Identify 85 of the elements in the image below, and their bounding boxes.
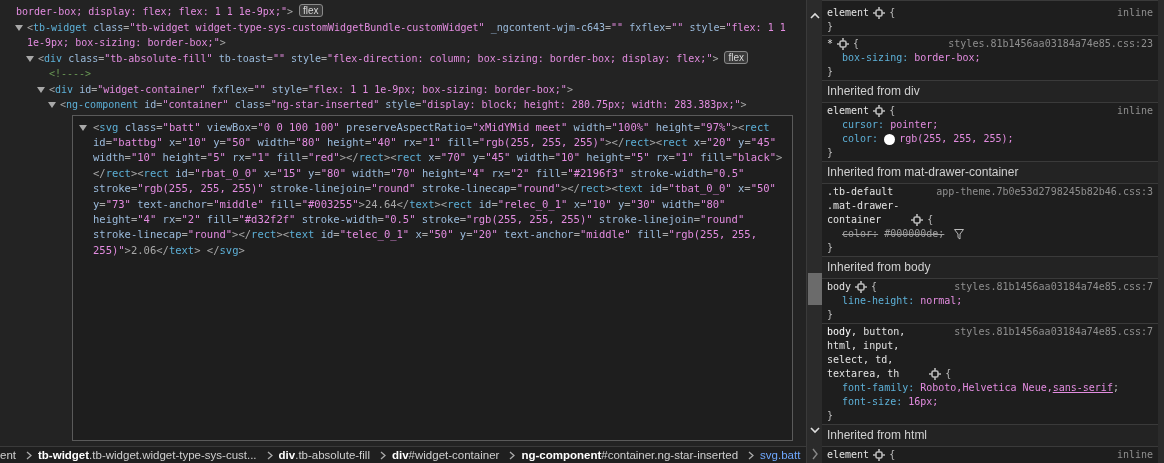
crosshair-icon[interactable] (837, 38, 850, 50)
scrollbar-thumb[interactable] (807, 273, 822, 305)
breadcrumb-item[interactable]: tb-widget.tb-widget.widget-type-sys-cust... (38, 449, 257, 461)
css-property[interactable]: color: (842, 132, 879, 146)
css-selector: body (827, 280, 852, 294)
css-property[interactable]: box-sizing: (842, 51, 909, 65)
breadcrumb-item[interactable]: div#widget-container (392, 449, 500, 461)
rule-brace: { (889, 104, 896, 118)
css-value[interactable]: 16px; (908, 395, 939, 409)
filter-icon[interactable] (954, 228, 965, 240)
css-selector: element (827, 448, 870, 462)
html-comment[interactable]: <!----> (49, 66, 92, 82)
flex-badge[interactable]: flex (724, 50, 749, 64)
chevron-right-icon (26, 450, 32, 460)
rule-brace: { (945, 367, 952, 381)
crosshair-icon[interactable] (873, 449, 886, 461)
chevron-right-icon[interactable] (810, 448, 819, 460)
element-markup[interactable]: <div id="widget-container" fxflex="" style="flex: 1 1 1e-9px; box-sizing: border-box;"> (49, 81, 573, 97)
stylesheet-link[interactable]: styles.81b1456aa03184a74e85.css:23 (948, 37, 1153, 51)
chevron-right-icon (380, 450, 386, 460)
chevron-right-icon (748, 450, 755, 460)
stylesheet-link[interactable]: inline (1116, 6, 1153, 20)
crosshair-icon[interactable] (873, 7, 886, 19)
scroll-down-icon[interactable] (809, 427, 820, 434)
css-selector: element (827, 6, 870, 20)
breadcrumb-item[interactable]: ent (0, 449, 16, 461)
breadcrumb-item[interactable]: svg.batt (760, 449, 801, 461)
expand-triangle-icon[interactable] (37, 86, 45, 93)
expand-triangle-icon[interactable] (26, 55, 34, 62)
css-value[interactable]: normal; (920, 294, 963, 308)
stylesheet-link[interactable]: inline (1116, 104, 1153, 118)
expand-triangle-icon[interactable] (79, 124, 87, 131)
crosshair-icon[interactable] (855, 281, 868, 293)
css-value[interactable]: rgb(255, 255, 255); (899, 132, 1014, 146)
css-value-link[interactable]: sans-serif (1052, 381, 1113, 395)
stylesheet-link[interactable]: styles.81b1456aa03184a74e85.css:7 (954, 280, 1153, 294)
expand-triangle-icon[interactable] (15, 24, 23, 31)
flex-badge[interactable]: flex (299, 4, 323, 17)
css-property[interactable]: line-height: (842, 294, 915, 308)
html-edit-field[interactable]: <svg class="batt" viewBox="0 0 100 100" preserveAspectRatio="xMidYMid meet" width="100%" height="97%"><rect id="battbg" x="10" y="50" width="80" height="40" rx="1" fill="rgb(255, 255, 255)"></rect><rect x="20" y="45" width="10" height="5" rx="1" fill="red"></rect><rect x="70" y="45" width="10" height="5" rx="1" fill="black"></rect><rect id="rbat_0_0" x="15" y="80" width="70" height="4" rx="2" fill="#2196f3" stroke-width="0.5" stroke="rgb(255, 255, 255)" stroke-linejoin="round" stroke-linecap="round"></rect><text id="tbat_0_0" x="50" y="73" text-anchor="middle" fill="#003255">24.64</text><rect id="relec_0_1" x="10" y="30" width="80" height="4" rx="2" fill="#d32f2f" stroke-width="0.5" stroke="rgb(255, 255, 255)" stroke-linejoin="round" stroke-linecap="round"></rect><text id="telec_0_1" x="50" y="20" text-anchor="middle" fill="rgb(255, 255, 255)">2.06</text> </svg> (72, 114, 793, 441)
css-semicolon: ; (1112, 381, 1119, 395)
stylesheet-link[interactable]: app-theme.7b0e53d2798245b82b46.css:3 (936, 185, 1153, 199)
element-markup[interactable]: <div class="tb-absolute-fill" tb-toast="" style="flex-direction: column; box-sizing: border-box; display: flex;"> (38, 50, 719, 66)
css-property[interactable]: cursor: (842, 118, 885, 132)
rule-brace: } (827, 147, 834, 158)
rule-brace: { (871, 280, 878, 294)
rule-brace: } (827, 242, 834, 253)
rule-brace: { (853, 37, 860, 51)
rule-brace: { (889, 6, 896, 20)
stylesheet-link[interactable]: inline (1116, 448, 1153, 462)
expand-triangle-icon[interactable] (48, 102, 56, 108)
element-markup[interactable]: <tb-widget class="tb-widget widget-type-sys-customWidgetBundle-customWidget" _ngcontent-wjm-c643="" fxflex="" style="flex: 1 1 1e-9px; box-sizing: border-box;"> (27, 19, 790, 51)
inherited-header: Inherited from html (822, 425, 1158, 447)
rule-brace: } (827, 66, 834, 77)
css-value[interactable]: border-box; (914, 51, 981, 65)
css-selector: body, button, html, input, select, td, textarea, th (827, 325, 907, 381)
rule-brace: } (827, 309, 834, 320)
inherited-header: Inherited from mat-drawer-container (822, 162, 1158, 184)
rule-brace: { (927, 213, 934, 227)
crosshair-icon[interactable] (911, 214, 924, 226)
crosshair-icon[interactable] (929, 368, 942, 380)
element-markup[interactable]: border-box; display: flex; flex: 1 1 1e-9px;"> (16, 4, 293, 20)
chevron-right-icon (266, 450, 273, 460)
css-value[interactable]: Roboto,Helvetica Neue, (920, 381, 1053, 395)
crosshair-icon[interactable] (873, 105, 886, 117)
css-property[interactable]: font-family: (842, 381, 915, 395)
css-selector: .tb-default .mat-drawer-container (827, 185, 901, 227)
color-swatch[interactable] (884, 133, 896, 145)
scroll-up-icon[interactable] (809, 12, 820, 19)
stylesheet-link[interactable]: styles.81b1456aa03184a74e85.css:7 (954, 325, 1153, 339)
css-selector: element (827, 104, 870, 118)
css-property[interactable]: font-size: (842, 395, 903, 409)
breadcrumb-item[interactable]: ng-component#container.ng-star-inserted (521, 449, 739, 461)
rule-brace: } (827, 410, 834, 421)
inherited-header: Inherited from body (822, 257, 1158, 279)
rule-brace: } (827, 21, 834, 32)
rule-brace: { (889, 448, 896, 462)
breadcrumb-item[interactable]: div.tb-absolute-fill (278, 449, 370, 461)
inherited-header: Inherited from div (822, 81, 1158, 103)
element-markup[interactable]: <ng-component id="container" class="ng-star-inserted" style="display: block; height: 280.75px; width: 283.383px;"> (60, 97, 747, 113)
css-selector: * (827, 37, 834, 51)
css-value[interactable]: #000000de; (884, 227, 945, 241)
css-value[interactable]: pointer; (890, 118, 939, 132)
css-property[interactable]: color: (842, 227, 879, 241)
chevron-right-icon (509, 450, 516, 460)
